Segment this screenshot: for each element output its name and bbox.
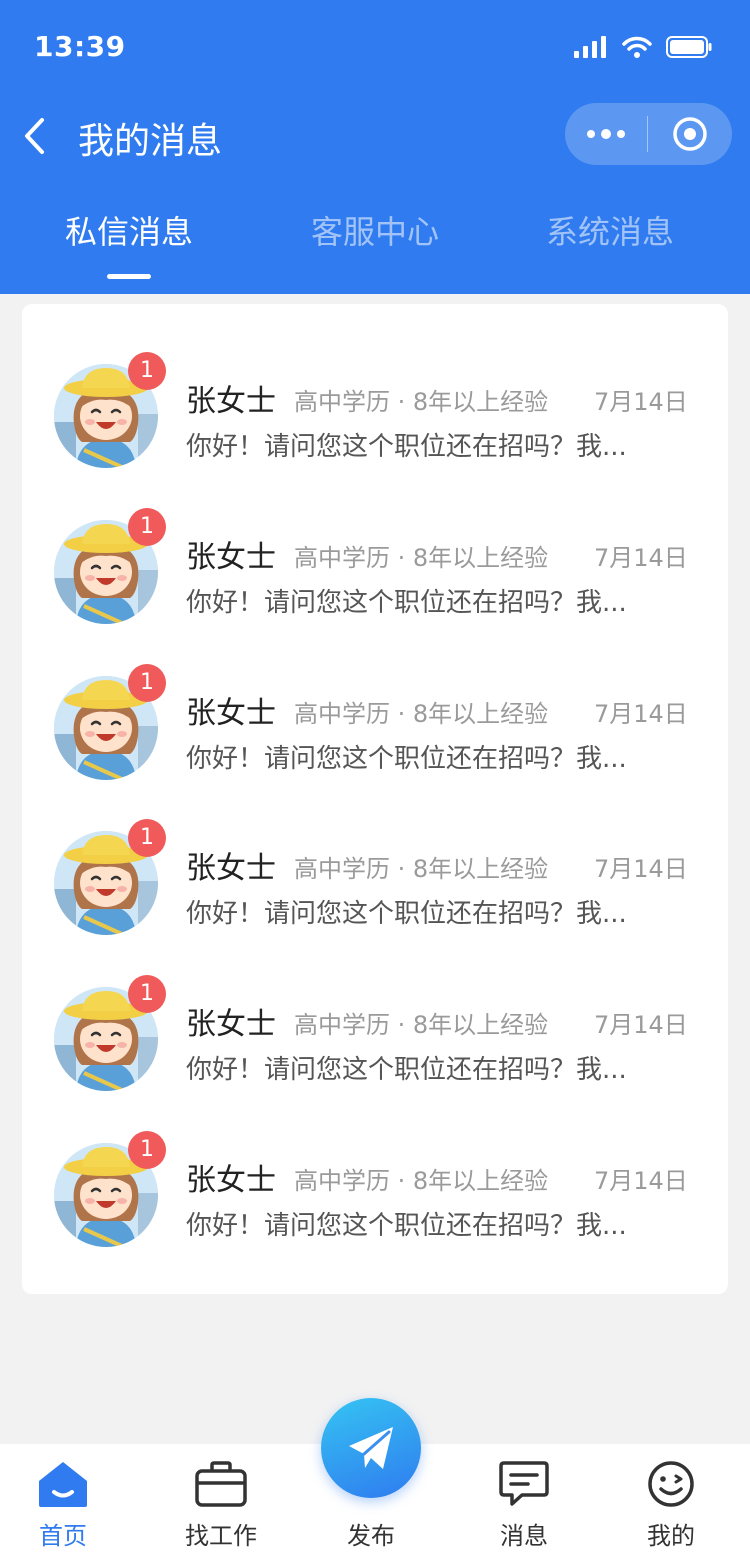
tabbar-find-job[interactable]: 找工作 <box>146 1444 296 1559</box>
chat-icon <box>496 1458 552 1510</box>
message-row[interactable]: 1 张女士 高中学历 · 8年以上经验 7月14日你好！请问您这个职位还在招吗？我..… <box>22 304 728 468</box>
sender-name: 张女士 <box>186 1007 276 1042</box>
chevron-left-icon <box>25 118 44 154</box>
unread-badge: 1 <box>128 352 166 390</box>
status-icons <box>574 36 712 62</box>
signal-icon <box>574 36 608 62</box>
message-preview: 你好！请问您这个职位还在招吗？我... <box>186 588 627 618</box>
header: 13:39 我的消息 私信消息 客服中心 系统消息 <box>0 0 750 294</box>
sender-name: 张女士 <box>186 1163 276 1198</box>
tabbar-mine[interactable]: 我的 <box>596 1444 746 1559</box>
smiley-icon <box>643 1458 699 1510</box>
paper-plane-icon <box>349 1427 393 1469</box>
sender-meta: 高中学历 · 8年以上经验 <box>294 544 549 572</box>
message-date: 7月14日 <box>594 855 688 883</box>
tab-indicator <box>107 274 151 279</box>
sender-meta: 高中学历 · 8年以上经验 <box>294 1167 549 1195</box>
tabbar-messages[interactable]: 消息 <box>449 1444 599 1559</box>
status-time: 13:39 <box>34 30 126 63</box>
more-icon-dot <box>617 130 625 138</box>
sender-meta: 高中学历 · 8年以上经验 <box>294 1011 549 1039</box>
message-row[interactable]: 1 张女士 高中学历 · 8年以上经验 7月14日你好！请问您这个职位还在招吗？我..… <box>22 1083 728 1247</box>
unread-badge: 1 <box>128 664 166 702</box>
back-button[interactable] <box>14 114 54 158</box>
unread-badge: 1 <box>128 508 166 546</box>
message-preview: 你好！请问您这个职位还在招吗？我... <box>186 899 627 929</box>
sender-meta: 高中学历 · 8年以上经验 <box>294 388 549 416</box>
tab-private-messages[interactable]: 私信消息 <box>65 210 193 254</box>
tabbar-mine-label: 我的 <box>647 1522 695 1550</box>
tabbar-messages-label: 消息 <box>500 1522 548 1550</box>
status-bar: 13:39 <box>0 0 750 96</box>
publish-button[interactable] <box>321 1398 421 1498</box>
unread-badge: 1 <box>128 1131 166 1169</box>
unread-badge: 1 <box>128 819 166 857</box>
briefcase-icon <box>193 1458 249 1510</box>
message-date: 7月14日 <box>594 1167 688 1195</box>
message-row[interactable]: 1 张女士 高中学历 · 8年以上经验 7月14日你好！请问您这个职位还在招吗？我..… <box>22 460 728 624</box>
message-row[interactable]: 1 张女士 高中学历 · 8年以上经验 7月14日你好！请问您这个职位还在招吗？我..… <box>22 927 728 1091</box>
wifi-icon <box>622 36 652 62</box>
message-row[interactable]: 1 张女士 高中学历 · 8年以上经验 7月14日你好！请问您这个职位还在招吗？我..… <box>22 771 728 935</box>
tabbar-home[interactable]: 首页 <box>0 1444 138 1559</box>
more-icon-dot <box>601 129 611 139</box>
message-date: 7月14日 <box>594 1011 688 1039</box>
message-row[interactable]: 1 张女士 高中学历 · 8年以上经验 7月14日你好！请问您这个职位还在招吗？我..… <box>22 616 728 780</box>
unread-badge: 1 <box>128 975 166 1013</box>
sender-name: 张女士 <box>186 851 276 886</box>
sender-name: 张女士 <box>186 540 276 575</box>
nav-bar: 我的消息 <box>0 96 750 176</box>
message-list: 1 张女士 高中学历 · 8年以上经验 7月14日 你好！请问您这个职位还在招吗？我..… <box>22 304 728 1294</box>
miniprogram-capsule <box>565 103 732 165</box>
battery-icon <box>666 36 712 62</box>
sender-name: 张女士 <box>186 696 276 731</box>
close-miniprogram-button[interactable] <box>648 103 732 165</box>
sender-name: 张女士 <box>186 384 276 419</box>
sender-meta: 高中学历 · 8年以上经验 <box>294 700 549 728</box>
tabbar-publish-label: 发布 <box>347 1522 395 1550</box>
message-preview: 你好！请问您这个职位还在招吗？我... <box>186 1211 627 1241</box>
more-button[interactable] <box>565 103 647 165</box>
message-tabs: 私信消息 客服中心 系统消息 <box>0 196 750 294</box>
home-icon <box>35 1458 91 1510</box>
more-icon <box>587 130 595 138</box>
message-preview: 你好！请问您这个职位还在招吗？我... <box>186 744 627 774</box>
tab-system-messages[interactable]: 系统消息 <box>546 210 674 254</box>
target-icon <box>673 117 707 151</box>
message-date: 7月14日 <box>594 700 688 728</box>
message-preview: 你好！请问您这个职位还在招吗？我... <box>186 432 627 462</box>
sender-meta: 高中学历 · 8年以上经验 <box>294 855 549 883</box>
page-title: 我的消息 <box>78 121 223 162</box>
message-date: 7月14日 <box>594 544 688 572</box>
message-date: 7月14日 <box>594 388 688 416</box>
tabbar-home-label: 首页 <box>39 1522 87 1550</box>
message-preview: 你好！请问您这个职位还在招吗？我... <box>186 1055 627 1085</box>
tabbar-find-job-label: 找工作 <box>185 1522 257 1550</box>
tab-customer-service[interactable]: 客服中心 <box>311 210 439 254</box>
